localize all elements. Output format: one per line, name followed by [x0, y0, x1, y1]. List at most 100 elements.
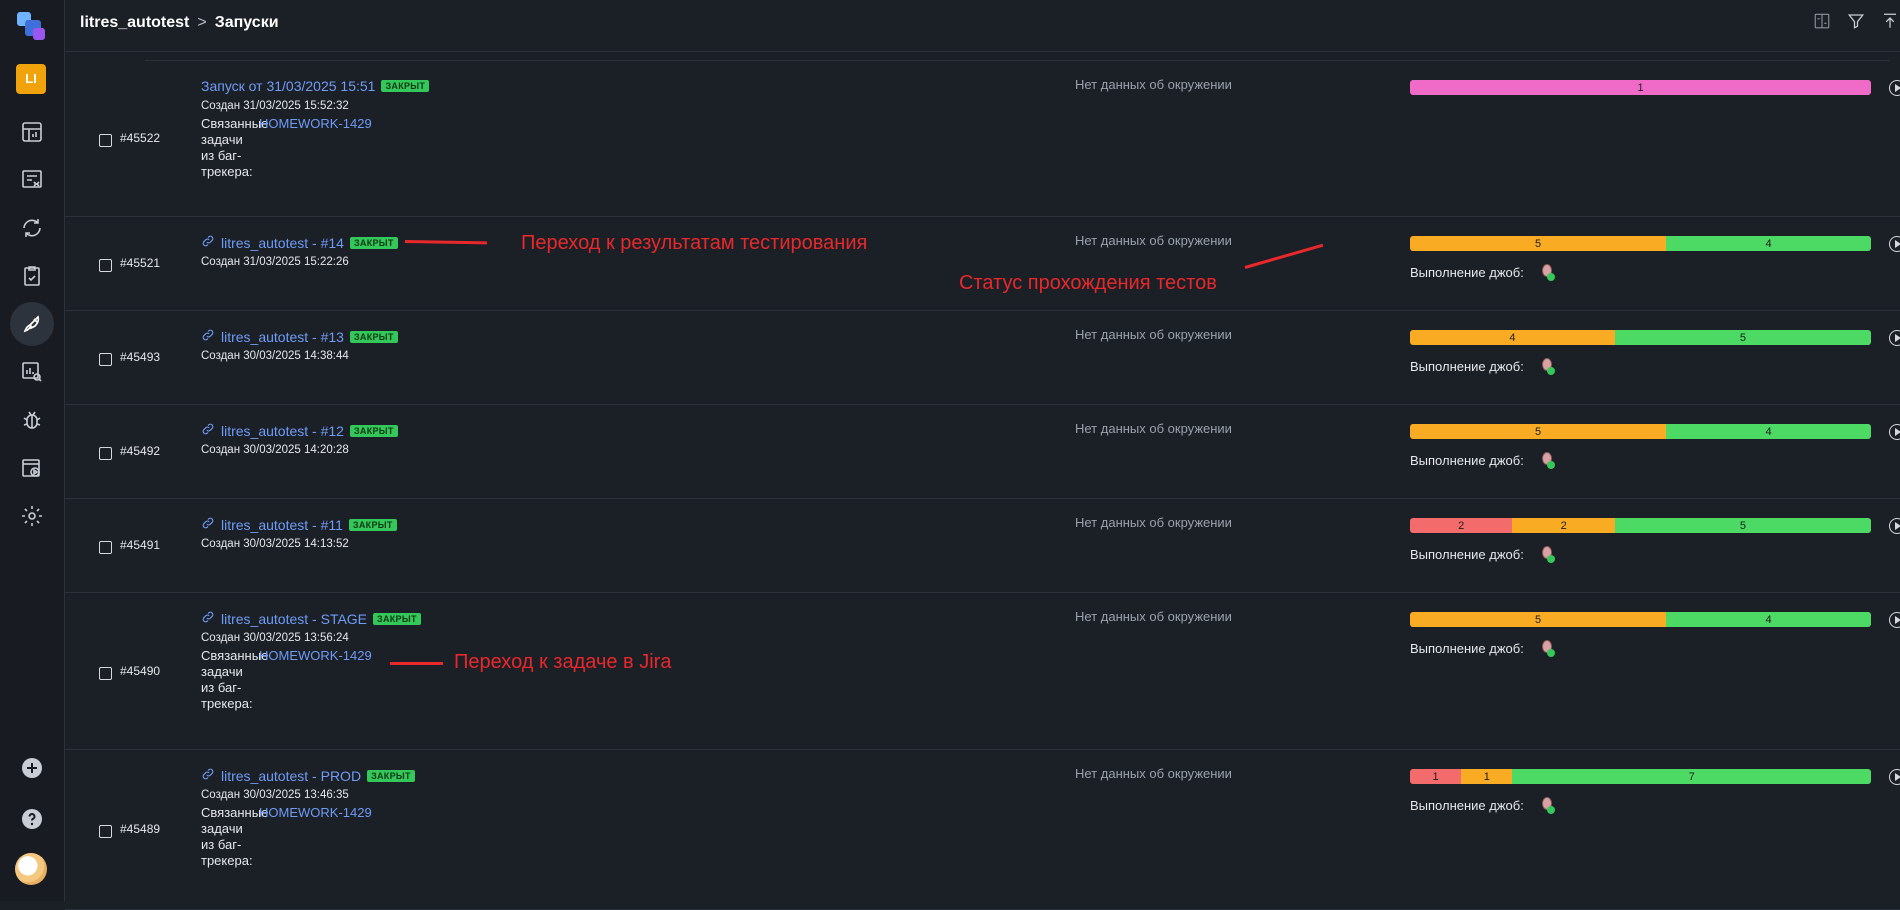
- project-avatar[interactable]: LI: [16, 64, 46, 94]
- status-badge: ЗАКРЫТ: [349, 236, 398, 249]
- launch-title-group: Запуск от 31/03/2025 15:51 ЗАКРЫТ: [201, 78, 430, 94]
- dashboard-icon[interactable]: [10, 110, 54, 154]
- test-status-bar[interactable]: 54: [1410, 612, 1871, 627]
- job-runner-icon[interactable]: [1540, 546, 1555, 563]
- linked-tasks-label-line: задачи: [201, 132, 243, 147]
- help-icon[interactable]: [10, 797, 54, 841]
- launch-row[interactable]: #45493 litres_autotest - #13 ЗАКРЫТ Создан …: [65, 310, 1900, 405]
- analytics-icon[interactable]: [10, 350, 54, 394]
- play-icon[interactable]: [1889, 612, 1900, 628]
- filter-icon[interactable]: [1846, 10, 1866, 32]
- launch-title-link[interactable]: litres_autotest - #12: [221, 423, 344, 439]
- status-segment-broken[interactable]: 5: [1410, 612, 1667, 627]
- test-status-bar[interactable]: 45: [1410, 330, 1871, 345]
- row-checkbox[interactable]: [99, 259, 112, 272]
- jira-task-link[interactable]: HOMEWORK-1429: [259, 116, 372, 180]
- test-status-bar[interactable]: 54: [1410, 424, 1871, 439]
- test-status-bar[interactable]: 54: [1410, 236, 1871, 251]
- add-project-icon[interactable]: [10, 746, 54, 790]
- launch-row[interactable]: #45492 litres_autotest - #12 ЗАКРЫТ Создан …: [65, 404, 1900, 499]
- status-segment-broken[interactable]: 5: [1410, 236, 1667, 251]
- breadcrumb-project[interactable]: litres_autotest: [80, 14, 189, 32]
- status-badge: ЗАКРЫТ: [349, 330, 398, 343]
- export-icon[interactable]: [1880, 10, 1900, 32]
- launch-row[interactable]: #45489 litres_autotest - PROD ЗАКРЫТ Создан…: [65, 749, 1900, 910]
- row-checkbox[interactable]: [99, 825, 112, 838]
- linked-tasks-label-line: задачи: [201, 664, 243, 679]
- status-segment-passed[interactable]: 7: [1512, 769, 1871, 784]
- status-segment-failed[interactable]: 1: [1410, 769, 1462, 784]
- status-segment-passed[interactable]: 5: [1614, 330, 1871, 345]
- status-badge: ЗАКРЫТ: [349, 424, 398, 437]
- sync-icon[interactable]: [10, 206, 54, 250]
- jobs-label: Выполнение джоб:: [1410, 264, 1524, 280]
- status-segment-passed[interactable]: 4: [1666, 236, 1871, 251]
- link-icon: [201, 234, 215, 251]
- compare-icon[interactable]: [1812, 10, 1832, 32]
- status-segment-passed[interactable]: 4: [1666, 612, 1871, 627]
- status-segment-broken[interactable]: 1: [1461, 769, 1513, 784]
- jira-task-link[interactable]: HOMEWORK-1429: [259, 648, 372, 712]
- play-icon[interactable]: [1889, 769, 1900, 785]
- play-icon[interactable]: [1889, 518, 1900, 534]
- status-segment-passed[interactable]: 5: [1614, 518, 1871, 533]
- user-avatar[interactable]: [15, 853, 47, 885]
- launch-title-link[interactable]: litres_autotest - #13: [221, 329, 344, 345]
- linked-tasks-label-line: Связанные: [201, 805, 269, 820]
- status-segment-broken[interactable]: 4: [1410, 330, 1615, 345]
- play-icon[interactable]: [1889, 80, 1900, 96]
- launch-title-link[interactable]: litres_autotest - #14: [221, 235, 344, 251]
- launch-row[interactable]: #45491 litres_autotest - #11 ЗАКРЫТ Создан …: [65, 498, 1900, 593]
- row-checkbox[interactable]: [99, 353, 112, 366]
- jobs-icon[interactable]: [10, 446, 54, 490]
- test-status-bar[interactable]: 225: [1410, 518, 1871, 533]
- environment-info: Нет данных об окружении: [1075, 233, 1232, 248]
- job-runner-icon[interactable]: [1540, 640, 1555, 657]
- jira-task-link[interactable]: HOMEWORK-1429: [259, 805, 372, 869]
- launch-title-group: litres_autotest - PROD ЗАКРЫТ: [201, 767, 415, 784]
- launch-title-link[interactable]: litres_autotest - PROD: [221, 768, 361, 784]
- app-logo[interactable]: [15, 10, 49, 44]
- status-segment-failed[interactable]: 2: [1410, 518, 1513, 533]
- linked-tasks-label-line: задачи: [201, 821, 243, 836]
- job-runner-icon[interactable]: [1540, 452, 1555, 469]
- link-icon: [201, 610, 215, 627]
- settings-gear-icon[interactable]: [10, 494, 54, 538]
- status-segment-broken[interactable]: 5: [1410, 424, 1667, 439]
- row-checkbox[interactable]: [99, 134, 112, 147]
- test-plans-icon[interactable]: [10, 254, 54, 298]
- launch-created: Создан 30/03/2025 14:13:52: [201, 538, 349, 550]
- test-cases-icon[interactable]: [10, 158, 54, 202]
- row-checkbox[interactable]: [99, 447, 112, 460]
- annotation-status: Статус прохождения тестов: [959, 272, 1217, 294]
- test-status-bar[interactable]: 1: [1410, 80, 1871, 95]
- launch-row[interactable]: #45490 litres_autotest - STAGE ЗАКРЫТ Созда…: [65, 592, 1900, 750]
- launch-row[interactable]: #45521 litres_autotest - #14 ЗАКРЫТ Создан …: [65, 216, 1900, 311]
- launch-id: #45489: [120, 822, 161, 836]
- play-icon[interactable]: [1889, 330, 1900, 346]
- defects-bug-icon[interactable]: [10, 398, 54, 442]
- launch-title-link[interactable]: litres_autotest - STAGE: [221, 611, 367, 627]
- launch-title-link[interactable]: litres_autotest - #11: [221, 517, 343, 533]
- status-segment-passed[interactable]: 4: [1666, 424, 1871, 439]
- play-icon[interactable]: [1889, 236, 1900, 252]
- status-segment-unknown[interactable]: 1: [1410, 80, 1871, 95]
- link-icon: [201, 767, 215, 784]
- job-runner-icon[interactable]: [1540, 264, 1555, 281]
- launch-created: Создан 30/03/2025 14:38:44: [201, 350, 349, 362]
- launches-rocket-icon[interactable]: [10, 302, 54, 346]
- launch-title-link[interactable]: Запуск от 31/03/2025 15:51: [201, 78, 375, 94]
- launch-row[interactable]: #45522 Запуск от 31/03/2025 15:51 ЗАКРЫТ Со…: [65, 60, 1900, 217]
- environment-info: Нет данных об окружении: [1075, 421, 1232, 436]
- status-segment-broken[interactable]: 2: [1512, 518, 1615, 533]
- job-runner-icon[interactable]: [1540, 358, 1555, 375]
- row-checkbox[interactable]: [99, 541, 112, 554]
- test-status-bar[interactable]: 117: [1410, 769, 1871, 784]
- linked-tasks: Связанные задачи из баг-трекера: HOMEWORK-1…: [201, 116, 372, 180]
- play-icon[interactable]: [1889, 424, 1900, 440]
- row-checkbox[interactable]: [99, 666, 112, 680]
- jobs-execution: Выполнение джоб:: [1410, 640, 1555, 657]
- environment-info: Нет данных об окружении: [1075, 327, 1232, 342]
- jobs-execution: Выполнение джоб:: [1410, 797, 1555, 814]
- job-runner-icon[interactable]: [1540, 797, 1555, 814]
